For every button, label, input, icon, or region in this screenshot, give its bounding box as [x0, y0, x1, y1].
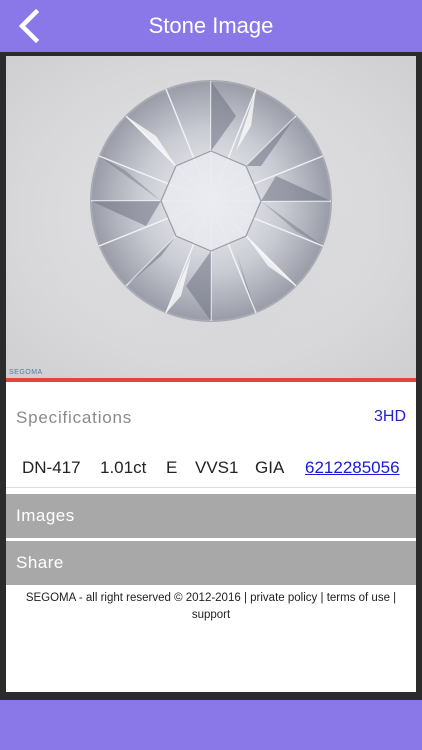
- view-3d-link[interactable]: 3HD: [374, 408, 406, 426]
- chevron-left-icon: [18, 8, 40, 44]
- details-panel: Specifications 3HD DN-417 1.01ct E VVS1 …: [6, 382, 416, 692]
- back-button[interactable]: [10, 6, 50, 46]
- footer-copyright: SEGOMA - all right reserved © 2012-2016: [25, 592, 241, 604]
- specifications-card: Specifications 3HD DN-417 1.01ct E VVS1 …: [6, 388, 416, 488]
- page-title: Stone Image: [148, 13, 274, 38]
- terms-of-use-link[interactable]: terms of use: [327, 592, 390, 604]
- stone-clarity: VVS1: [195, 458, 239, 477]
- share-section-button[interactable]: Share: [6, 541, 416, 585]
- bottom-bar: [0, 700, 422, 750]
- certificate-link[interactable]: 6212285056: [305, 458, 400, 478]
- images-section-button[interactable]: Images: [6, 494, 416, 538]
- app-header: Stone Image: [0, 0, 422, 52]
- footer-separator: |: [393, 592, 397, 604]
- footer: SEGOMA - all right reserved © 2012-2016 …: [6, 590, 416, 624]
- stone-color: E: [166, 458, 178, 477]
- stone-lab: GIA: [255, 458, 285, 477]
- stone-carat: 1.01ct: [100, 458, 147, 477]
- stone-image[interactable]: SEGOMA: [6, 56, 416, 378]
- specifications-title: Specifications: [16, 408, 133, 427]
- watermark-logo: SEGOMA: [9, 369, 43, 376]
- specifications-row: DN-417 1.01ct E VVS1 GIA 6212285056: [6, 458, 416, 482]
- diamond-picture: [61, 80, 381, 378]
- stone-id: DN-417: [22, 458, 81, 477]
- support-link[interactable]: support: [192, 609, 230, 621]
- privacy-policy-link[interactable]: private policy: [250, 592, 317, 604]
- footer-separator: |: [320, 592, 324, 604]
- footer-separator: |: [243, 592, 247, 604]
